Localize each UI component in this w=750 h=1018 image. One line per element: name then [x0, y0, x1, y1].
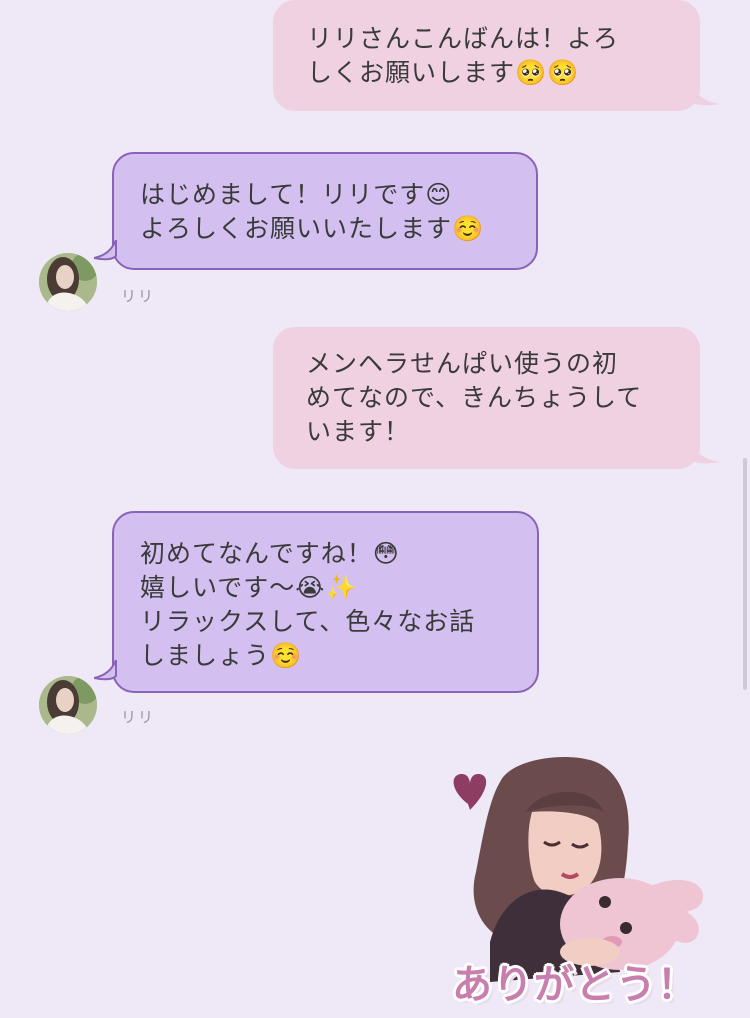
bubble-tail — [94, 660, 117, 681]
bubble-tail — [690, 82, 720, 106]
sender-name: リリ — [121, 287, 156, 305]
heart-icon — [453, 774, 487, 810]
message-text: 嬉しいです〜😭✨ — [140, 573, 358, 602]
avatar[interactable] — [39, 253, 97, 311]
received-message-bubble[interactable]: 初めてなんですね！😳 嬉しいです〜😭✨ リラックスして、色々なお話 しましょう☺… — [112, 511, 539, 693]
message-text: しくお願いします🥺🥺 — [307, 58, 580, 87]
message-text: リラックスして、色々なお話 — [140, 607, 476, 636]
scrollbar[interactable] — [743, 458, 747, 690]
received-message-bubble[interactable]: はじめまして！リリです😊 よろしくお願いいたします☺️ — [112, 152, 538, 270]
message-text: リリさんこんばんは！よろ — [307, 24, 620, 53]
message-text: よろしくお願いいたします☺️ — [140, 214, 485, 243]
bubble-tail — [94, 240, 117, 261]
avatar[interactable] — [39, 676, 97, 734]
message-text: います！ — [306, 417, 411, 446]
message-text: 初めてなんですね！😳 — [140, 539, 400, 568]
bubble-tail — [690, 440, 720, 464]
sender-name: リリ — [121, 708, 156, 726]
message-text: めてなので、きんちょうして — [306, 383, 643, 412]
sent-message-bubble[interactable]: メンヘラせんぱい使うの初 めてなので、きんちょうして います！ — [273, 327, 700, 469]
message-text: しましょう☺️ — [140, 641, 303, 670]
sticker-caption: ありがとう！ — [452, 962, 698, 1008]
message-text: メンヘラせんぱい使うの初 — [306, 349, 619, 378]
message-text: はじめまして！リリです😊 — [140, 180, 453, 209]
sent-message-bubble[interactable]: リリさんこんばんは！よろ しくお願いします🥺🥺 — [273, 0, 700, 111]
